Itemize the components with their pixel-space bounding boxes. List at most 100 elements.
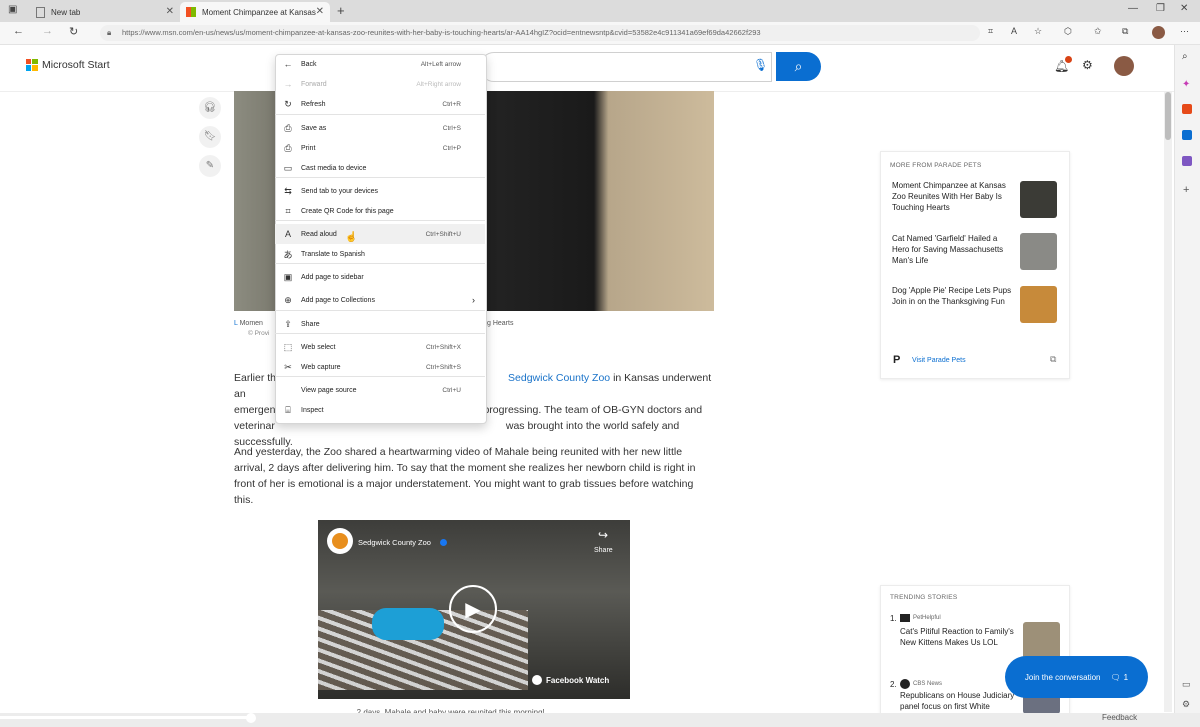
collections-toolbar-icon[interactable]: ⧉: [1122, 26, 1128, 37]
menu-item-print[interactable]: ⎙ Print Ctrl+P: [275, 138, 485, 158]
close-window-button[interactable]: ✕: [1180, 3, 1188, 14]
menu-item-translate-to-spanish[interactable]: あ Translate to Spanish: [275, 244, 485, 264]
sidebar-icon: ▣: [283, 271, 293, 282]
menu-item-send-tab-to-your-devices[interactable]: ⇆ Send tab to your devices: [275, 181, 485, 201]
more-menu-icon[interactable]: ⋯: [1180, 26, 1189, 37]
facebook-watch-badge: Facebook Watch: [532, 675, 609, 685]
settings-gear-icon[interactable]: ⚙: [1082, 58, 1093, 72]
maximize-button[interactable]: ❐: [1156, 3, 1165, 14]
story-thumbnail[interactable]: [1020, 286, 1057, 323]
parade-logo-icon: P: [893, 354, 901, 366]
play-button[interactable]: ▶: [449, 585, 497, 633]
channel-avatar: [327, 528, 353, 554]
menu-item-shortcut: Ctrl+S: [442, 124, 461, 132]
card-title: MORE FROM PARADE PETS: [890, 162, 982, 169]
menu-item-create-qr-code-for-this-page[interactable]: ⌗ Create QR Code for this page: [275, 201, 485, 221]
microsoft-start-logo[interactable]: Microsoft Start: [25, 58, 110, 71]
menu-item-shortcut: Alt+Right arrow: [416, 80, 461, 88]
edge-sidebar: [1174, 45, 1200, 715]
menu-item-save-as[interactable]: ⎙ Save as Ctrl+S: [275, 118, 485, 138]
tab-actions-icon[interactable]: ▣: [8, 4, 22, 18]
trending-link[interactable]: Cat's Pitiful Reaction to Family's New K…: [900, 626, 1015, 648]
tab-new-tab[interactable]: New tab ✕: [30, 2, 180, 22]
app-available-icon[interactable]: ⌗: [988, 26, 993, 37]
sidebar-layout-icon[interactable]: ▭: [1182, 679, 1191, 690]
close-tab-icon[interactable]: ✕: [316, 6, 324, 17]
scroll-thumb[interactable]: [1165, 92, 1171, 140]
menu-item-label: Forward: [301, 80, 327, 88]
send-tab-icon: ⇆: [284, 185, 292, 196]
page-scrollbar[interactable]: [1164, 92, 1172, 712]
feedback-link[interactable]: Feedback: [1102, 713, 1137, 722]
bookmark-icon[interactable]: 🔖︎: [199, 126, 221, 148]
address-bar[interactable]: https://www.msn.com/en-us/news/us/moment…: [100, 25, 980, 41]
close-tab-icon[interactable]: ✕: [166, 6, 174, 17]
user-avatar[interactable]: [1114, 56, 1134, 76]
inspect-icon: ⌸: [285, 404, 291, 415]
profile-avatar[interactable]: [1152, 26, 1165, 39]
menu-separator: [275, 114, 485, 115]
menu-item-view-page-source[interactable]: View page source Ctrl+U: [275, 380, 485, 400]
read-aloud-toolbar-icon[interactable]: A: [1011, 26, 1017, 36]
web-select-icon: ⬚: [283, 341, 293, 352]
sidebar-teams-icon[interactable]: [1182, 156, 1192, 166]
menu-item-label: Web capture: [301, 363, 341, 371]
menu-item-share[interactable]: ⇪ Share: [275, 314, 485, 334]
sidebar-search-icon[interactable]: ⌕: [1182, 51, 1188, 62]
tab-active[interactable]: Moment Chimpanzee at Kansas ✕: [180, 2, 330, 22]
zoo-link[interactable]: Sedgwick County Zoo: [508, 372, 610, 384]
sidebar-outlook-icon[interactable]: [1182, 130, 1192, 140]
menu-item-add-page-to-collections[interactable]: ⊕ Add page to Collections ›: [275, 290, 485, 310]
menu-item-inspect[interactable]: ⌸ Inspect: [275, 400, 485, 420]
video-progress-handle[interactable]: [246, 713, 256, 723]
translate-icon: あ: [283, 249, 293, 260]
story-link[interactable]: Dog 'Apple Pie' Recipe Lets Pups Join in…: [892, 285, 1012, 307]
video-progress-bar[interactable]: [0, 716, 252, 719]
sidebar-add-icon[interactable]: +: [1183, 184, 1189, 196]
trending-link[interactable]: Republicans on House Judiciary panel foc…: [900, 690, 1015, 714]
listen-icon[interactable]: 🎧︎: [199, 97, 221, 119]
extensions-icon[interactable]: ⬡: [1064, 26, 1072, 37]
story-link[interactable]: Moment Chimpanzee at Kansas Zoo Reunites…: [892, 180, 1012, 213]
menu-item-web-capture[interactable]: ✂ Web capture Ctrl+Shift+S: [275, 357, 485, 377]
cast-icon: ▭: [283, 162, 293, 173]
sidebar-discover-icon[interactable]: ✦: [1182, 79, 1190, 90]
visit-parade-pets-link[interactable]: Visit Parade Pets: [912, 357, 966, 364]
new-tab-button[interactable]: +: [337, 3, 345, 18]
sidebar-settings-icon[interactable]: ⚙: [1182, 699, 1190, 710]
search-button[interactable]: ⌕: [776, 52, 821, 81]
video-blanket: [372, 608, 444, 640]
comment-icon[interactable]: ✎: [199, 155, 221, 177]
menu-item-read-aloud[interactable]: A Read aloud Ctrl+Shift+U: [275, 224, 485, 244]
minimize-button[interactable]: —: [1128, 3, 1138, 14]
msn-favicon-icon: [186, 7, 196, 17]
search-icon: ⌕: [794, 58, 803, 74]
microphone-icon[interactable]: 🎙︎: [753, 58, 768, 72]
search-input[interactable]: [480, 52, 772, 82]
cbs-logo-icon: [900, 679, 910, 689]
story-thumbnail[interactable]: [1020, 233, 1057, 270]
menu-item-back[interactable]: ← Back Alt+Left arrow: [275, 54, 485, 74]
forward-button[interactable]: →: [42, 25, 53, 37]
menu-item-add-page-to-sidebar[interactable]: ▣ Add page to sidebar: [275, 267, 485, 287]
video-channel-name[interactable]: Sedgwick County Zoo: [358, 538, 431, 547]
menu-item-refresh[interactable]: ↻ Refresh Ctrl+R: [275, 94, 485, 114]
menu-item-forward[interactable]: → Forward Alt+Right arrow: [275, 74, 485, 94]
trending-thumbnail[interactable]: [1023, 622, 1060, 659]
share-icon: ⇪: [284, 318, 292, 329]
back-button[interactable]: ←: [13, 25, 24, 37]
story-link[interactable]: Cat Named 'Garfield' Hailed a Hero for S…: [892, 233, 1012, 266]
story-thumbnail[interactable]: [1020, 181, 1057, 218]
menu-item-label: Save as: [301, 124, 327, 132]
favorites-add-icon[interactable]: ☆: [1034, 26, 1042, 37]
brand-name: Microsoft Start: [42, 58, 110, 71]
share-arrow-icon[interactable]: ↪: [598, 528, 608, 542]
menu-item-cast-media-to-device[interactable]: ▭ Cast media to device: [275, 158, 485, 178]
external-link-icon[interactable]: ⧉: [1050, 354, 1056, 365]
join-conversation-button[interactable]: Join the conversation 🗨︎ 1: [1005, 656, 1148, 698]
refresh-button[interactable]: ↻: [69, 25, 78, 38]
sidebar-office-icon[interactable]: [1182, 104, 1192, 114]
favorites-icon[interactable]: ✩: [1094, 26, 1102, 37]
menu-item-web-select[interactable]: ⬚ Web select Ctrl+Shift+X: [275, 337, 485, 357]
card-title: TRENDING STORIES: [890, 594, 958, 601]
